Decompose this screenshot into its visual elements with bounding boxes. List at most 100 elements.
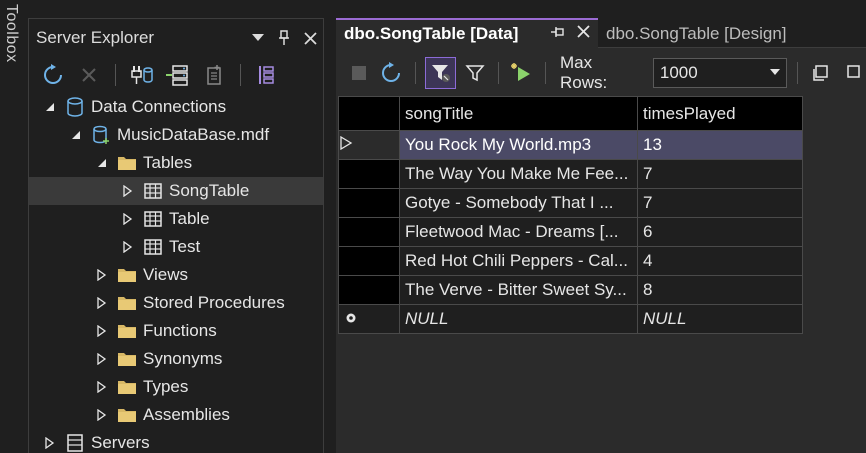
connect-to-server-icon[interactable]: [164, 61, 192, 89]
max-rows-select[interactable]: 1000: [652, 58, 787, 88]
cell-songtitle[interactable]: Red Hot Chili Peppers - Cal...: [399, 246, 638, 276]
expanded-arrow-icon[interactable]: [41, 98, 59, 116]
max-rows-label: Max Rows:: [560, 53, 608, 92]
collapsed-arrow-icon[interactable]: [119, 210, 137, 228]
toolbar-separator: [545, 62, 547, 84]
collapsed-arrow-icon[interactable]: [41, 434, 59, 452]
expanded-arrow-icon[interactable]: [93, 154, 111, 172]
row-header-cell[interactable]: [338, 159, 400, 189]
server-explorer-tree: Data Connections MusicDataBase.mdf Tables S…: [29, 93, 323, 453]
stop-query-icon[interactable]: [346, 59, 372, 87]
tab-songtable-data[interactable]: dbo.SongTable [Data]: [336, 18, 598, 48]
server-explorer-title: Server Explorer: [36, 28, 155, 47]
cell-songtitle[interactable]: The Verve - Bitter Sweet Sy...: [399, 275, 638, 305]
tree-item-views[interactable]: Views: [29, 261, 323, 289]
collapsed-arrow-icon[interactable]: [93, 294, 111, 312]
folder-icon: [117, 321, 137, 341]
chevron-down-icon[interactable]: [769, 67, 780, 78]
row-header-cell[interactable]: [338, 246, 400, 276]
row-header-cell[interactable]: [338, 188, 400, 218]
cell-songtitle[interactable]: The Way You Make Me Fee...: [399, 159, 638, 189]
folder-icon: [117, 153, 137, 173]
cell-timesplayed[interactable]: 8: [637, 275, 803, 305]
collapsed-arrow-icon[interactable]: [93, 266, 111, 284]
table-row[interactable]: Red Hot Chili Peppers - Cal... 4: [338, 246, 803, 276]
toolbox-strip[interactable]: Toolbox: [0, 0, 22, 453]
table-row[interactable]: Gotye - Somebody That I ... 7: [338, 188, 803, 218]
new-row-marker-icon[interactable]: [338, 304, 400, 334]
toolbar-separator: [115, 64, 116, 86]
stop-icon[interactable]: [75, 61, 103, 89]
collapsed-arrow-icon[interactable]: [119, 182, 137, 200]
cell-timesplayed[interactable]: 6: [637, 217, 803, 247]
cell-songtitle[interactable]: Fleetwood Mac - Dreams [...: [399, 217, 638, 247]
server-explorer-title-bar: Server Explorer: [29, 19, 323, 57]
cell-timesplayed[interactable]: 13: [637, 130, 803, 160]
close-icon[interactable]: [297, 25, 323, 51]
tree-item-servers[interactable]: Servers: [29, 429, 323, 453]
script-file-icon[interactable]: [840, 59, 866, 87]
tree-item-tables[interactable]: Tables: [29, 149, 323, 177]
connect-to-database-icon[interactable]: [128, 61, 156, 89]
collapsed-arrow-icon[interactable]: [93, 350, 111, 368]
cell-songtitle[interactable]: Gotye - Somebody That I ...: [399, 188, 638, 218]
collapsed-arrow-icon[interactable]: [93, 322, 111, 340]
tree-item-test[interactable]: Test: [29, 233, 323, 261]
properties-icon[interactable]: [253, 61, 281, 89]
collapsed-arrow-icon[interactable]: [119, 238, 137, 256]
refresh-data-icon[interactable]: [378, 59, 404, 87]
tree-item-label: Stored Procedures: [143, 293, 285, 312]
tree-item-synonyms[interactable]: Synonyms: [29, 345, 323, 373]
tree-item-stored-procedures[interactable]: Stored Procedures: [29, 289, 323, 317]
toolbox-label[interactable]: Toolbox: [2, 4, 20, 63]
execute-script-icon[interactable]: [509, 59, 535, 87]
expanded-arrow-icon[interactable]: [67, 126, 85, 144]
row-header-cell[interactable]: [338, 217, 400, 247]
cell-timesplayed[interactable]: 7: [637, 159, 803, 189]
tab-songtable-design[interactable]: dbo.SongTable [Design]: [598, 18, 866, 48]
data-editor-body: Max Rows: 1000 songTitle timesPlayed You…: [336, 48, 866, 453]
apply-filter-icon[interactable]: [425, 57, 456, 89]
new-row-cell-songtitle[interactable]: NULL: [399, 304, 638, 334]
connect-to-sharepoint-icon[interactable]: [200, 61, 228, 89]
pin-tab-icon[interactable]: [551, 25, 567, 43]
cell-songtitle[interactable]: You Rock My World.mp3: [399, 130, 638, 160]
filter-icon[interactable]: [462, 59, 488, 87]
table-row[interactable]: The Way You Make Me Fee... 7: [338, 159, 803, 189]
close-tab-icon[interactable]: [577, 25, 590, 43]
refresh-icon[interactable]: [39, 61, 67, 89]
server-explorer-panel: Server Explorer Data Connections MusicDa…: [28, 18, 324, 453]
new-row-cell-timesplayed[interactable]: NULL: [637, 304, 803, 334]
data-grid: songTitle timesPlayed You Rock My World.…: [338, 96, 803, 334]
tree-item-table[interactable]: Table: [29, 205, 323, 233]
grid-header-row: songTitle timesPlayed: [338, 96, 803, 131]
cell-timesplayed[interactable]: 4: [637, 246, 803, 276]
collapsed-arrow-icon[interactable]: [93, 406, 111, 424]
pin-icon[interactable]: [271, 25, 297, 51]
current-row-indicator-icon[interactable]: [338, 130, 400, 160]
tree-item-musicdatabase-mdf[interactable]: MusicDataBase.mdf: [29, 121, 323, 149]
tree-item-label: Tables: [143, 153, 193, 172]
table-row[interactable]: The Verve - Bitter Sweet Sy... 8: [338, 275, 803, 305]
tree-item-data-connections[interactable]: Data Connections: [29, 93, 323, 121]
tree-item-songtable[interactable]: SongTable: [29, 177, 323, 205]
new-row[interactable]: NULL NULL: [338, 304, 803, 334]
row-header-cell[interactable]: [338, 275, 400, 305]
script-icon[interactable]: [808, 59, 834, 87]
tree-item-label: Assemblies: [143, 405, 230, 424]
table-row[interactable]: You Rock My World.mp3 13: [338, 130, 803, 160]
tree-item-assemblies[interactable]: Assemblies: [29, 401, 323, 429]
collapsed-arrow-icon[interactable]: [93, 378, 111, 396]
table-icon: [143, 209, 163, 229]
tree-item-label: SongTable: [169, 181, 250, 200]
column-header-songtitle[interactable]: songTitle: [399, 96, 638, 131]
database-icon: [65, 97, 85, 117]
column-header-timesplayed[interactable]: timesPlayed: [637, 96, 803, 131]
table-row[interactable]: Fleetwood Mac - Dreams [... 6: [338, 217, 803, 247]
server-icon: [65, 433, 85, 453]
cell-timesplayed[interactable]: 7: [637, 188, 803, 218]
grid-corner-cell[interactable]: [338, 96, 400, 131]
tree-item-types[interactable]: Types: [29, 373, 323, 401]
tree-item-functions[interactable]: Functions: [29, 317, 323, 345]
window-position-dropdown-icon[interactable]: [245, 25, 271, 51]
